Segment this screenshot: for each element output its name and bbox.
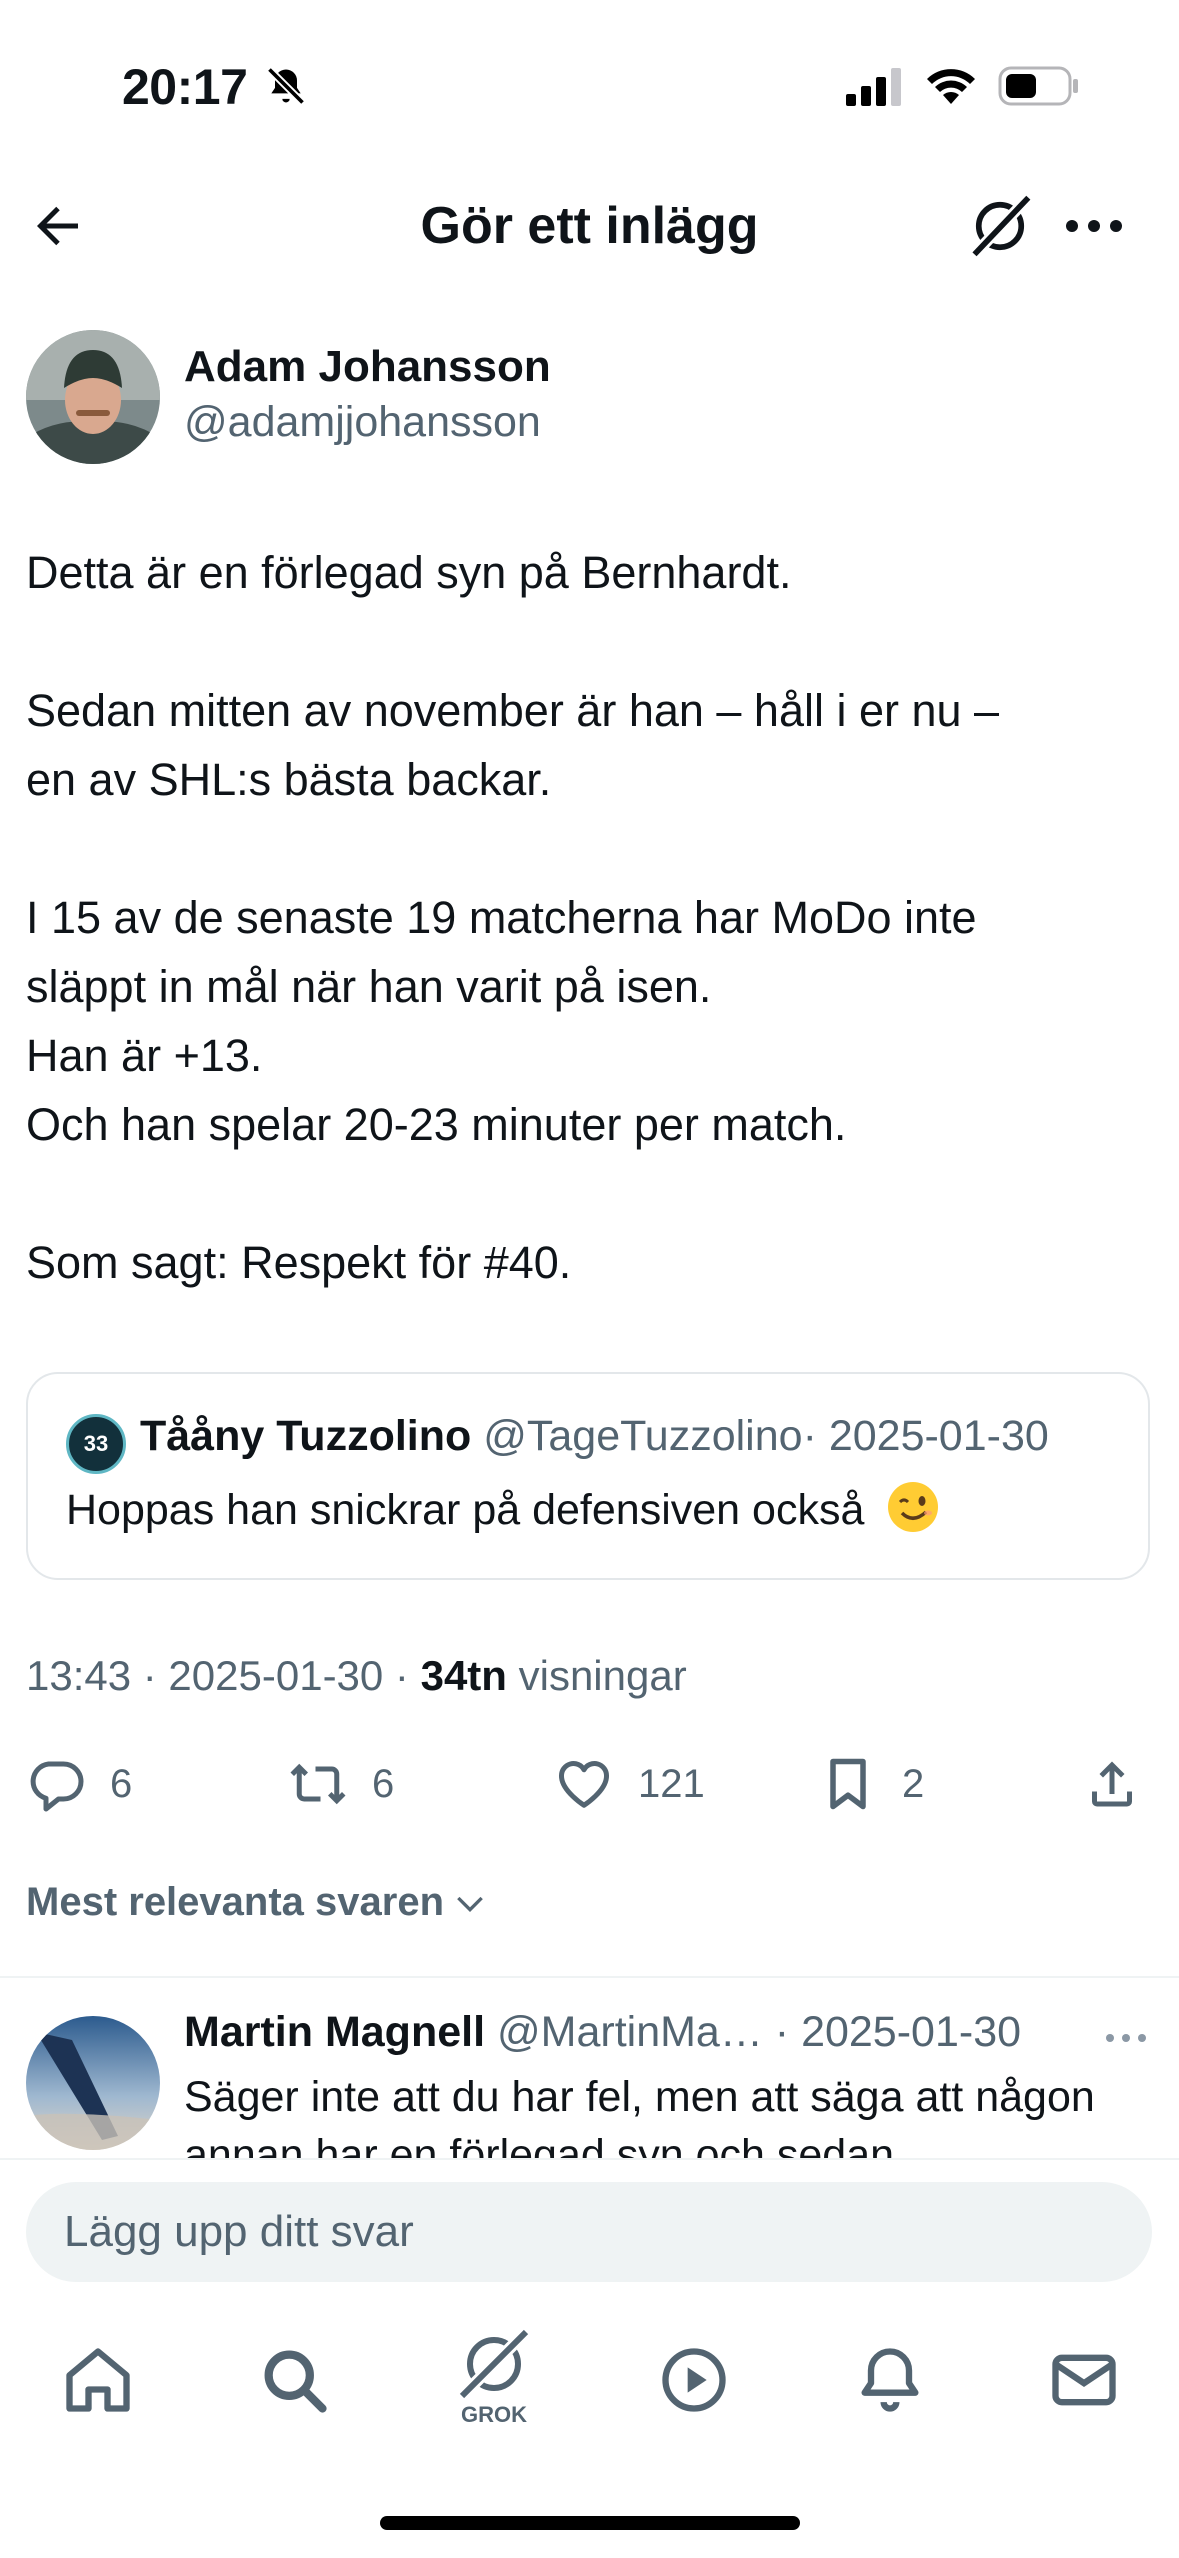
video-icon[interactable] [656, 2342, 732, 2418]
repost-icon [290, 1763, 346, 1805]
bookmark-button[interactable]: 2 [818, 1752, 924, 1816]
quote-text: Hoppas han snickrar på defensiven också [66, 1486, 865, 1534]
post-line: Som sagt: Respekt för #40. [26, 1237, 572, 1288]
grok-icon[interactable] [966, 192, 1034, 260]
author-handle[interactable]: @adamjjohansson [184, 398, 541, 447]
replies-sort-label: Mest relevanta svaren [26, 1880, 445, 1924]
reply-avatar[interactable] [26, 2016, 160, 2150]
post-meta: 13:43 · 2025-01-30 · 34tn visningar [26, 1652, 687, 1700]
like-button[interactable]: 121 [554, 1752, 705, 1816]
winking-face-icon [886, 1480, 940, 1534]
notifications-icon[interactable] [852, 2342, 928, 2418]
post-line: en av SHL:s bästa backar. [26, 754, 552, 805]
reply-author-handle[interactable]: @MartinMa… [497, 2008, 763, 2056]
quote-text-row: Hoppas han snickrar på defensiven också [66, 1480, 940, 1535]
reply-composer-input[interactable] [26, 2182, 1152, 2282]
grok-label: GROK [461, 2402, 527, 2427]
post-line: släppt in mål när han varit på isen. [26, 961, 712, 1012]
bell-muted-icon [264, 64, 308, 108]
reply-button[interactable]: 6 [26, 1752, 132, 1816]
quote-avatar: 33 [66, 1414, 126, 1474]
quote-date: · 2025-01-30 [802, 1412, 1049, 1460]
reply-author-name[interactable]: Martin Magnell [184, 2008, 485, 2056]
bookmark-count: 2 [902, 1761, 925, 1806]
share-icon [1092, 1761, 1132, 1807]
author-name[interactable]: Adam Johansson [184, 342, 551, 392]
quote-author-handle: @TageTuzzolino [483, 1412, 803, 1460]
grok-nav-icon [457, 2328, 531, 2400]
post-line: Sedan mitten av november är han – håll i… [26, 685, 1000, 736]
reply-count: 6 [110, 1761, 133, 1806]
share-button[interactable] [1082, 1752, 1166, 1816]
heart-icon [559, 1761, 609, 1808]
wifi-icon [924, 64, 978, 106]
bookmark-icon [830, 1758, 866, 1810]
home-indicator [380, 2516, 800, 2530]
replies-sort-dropdown[interactable]: Mest relevanta svaren [26, 1880, 490, 1925]
quote-header: Tååny Tuzzolino @TageTuzzolino· 2025-01-… [140, 1412, 1049, 1461]
reply-item[interactable]: Martin Magnell @MartinMa… · 2025-01-30 S… [0, 1990, 1179, 2158]
reply-icon [30, 1761, 84, 1812]
reply-text: Säger inte att du har fel, men att säga … [184, 2073, 1095, 2158]
messages-icon[interactable] [1046, 2342, 1122, 2418]
status-time: 20:17 [122, 59, 248, 115]
views-label: visningar [506, 1652, 687, 1699]
quote-author-name: Tååny Tuzzolino [140, 1412, 472, 1460]
post-line: Detta är en förlegad syn på Bernhardt. [26, 547, 792, 598]
reply-date: · 2025-01-30 [774, 2008, 1022, 2056]
views-count: 34tn [420, 1652, 507, 1699]
grok-tab[interactable]: GROK [444, 2328, 544, 2428]
home-icon[interactable] [60, 2342, 136, 2418]
post-line: I 15 av de senaste 19 matcherna har MoDo… [26, 892, 977, 943]
more-options-icon[interactable] [1064, 208, 1124, 244]
post-line: Och han spelar 20-23 minuter per match. [26, 1099, 847, 1150]
chevron-down-icon [457, 1896, 483, 1912]
reply-header: Martin Magnell @MartinMa… · 2025-01-30 [184, 2008, 1021, 2057]
divider [0, 1976, 1179, 1978]
like-count: 121 [638, 1761, 705, 1806]
post-line: Han är +13. [26, 1030, 263, 1081]
quoted-post[interactable]: 33 Tååny Tuzzolino @TageTuzzolino· 2025-… [26, 1372, 1150, 1580]
cellular-signal-icon [846, 68, 904, 106]
post-timestamp: 13:43 · 2025-01-30 · [26, 1652, 421, 1699]
post-text: Detta är en förlegad syn på Bernhardt. S… [26, 538, 1146, 1297]
repost-button[interactable]: 6 [288, 1752, 394, 1816]
battery-icon [998, 66, 1080, 106]
search-icon[interactable] [256, 2342, 332, 2418]
reply-more-icon[interactable] [1104, 2028, 1148, 2048]
author-avatar[interactable] [26, 330, 160, 464]
repost-count: 6 [372, 1761, 395, 1806]
